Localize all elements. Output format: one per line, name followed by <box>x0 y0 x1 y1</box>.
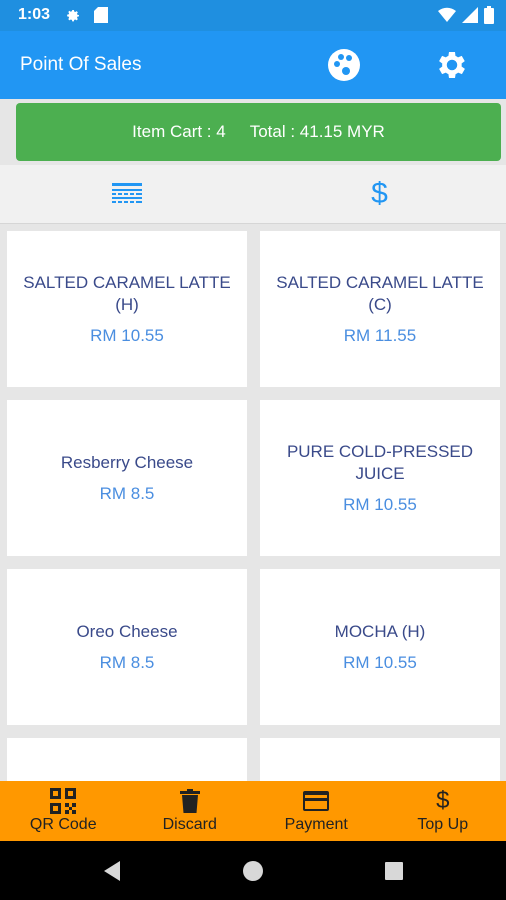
discard-label: Discard <box>162 816 217 833</box>
sd-card-icon <box>94 7 108 23</box>
product-price: RM 10.55 <box>343 495 417 514</box>
item-cart-count: Item Cart : 4 <box>132 122 226 141</box>
bottom-action-bar: QR Code Discard Payment $ Top Up <box>0 781 506 841</box>
tab-dollar[interactable]: $ <box>253 165 506 223</box>
qr-code-button[interactable]: QR Code <box>0 781 127 841</box>
product-card[interactable]: MOCHA (H) RM 10.55 <box>260 569 500 725</box>
product-name: SALTED CARAMEL LATTE (H) <box>23 273 231 314</box>
product-price: RM 11.55 <box>343 326 417 345</box>
product-price: RM 10.55 <box>343 653 417 672</box>
product-card[interactable]: Oreo Cheese RM 8.5 <box>7 569 247 725</box>
product-card[interactable]: SALTED CARAMEL LATTE (H) RM 10.55 <box>7 231 247 387</box>
wifi-icon <box>438 7 456 23</box>
product-price: RM 8.5 <box>99 653 155 672</box>
cart-summary-button[interactable]: Item Cart : 4 Total : 41.15 MYR <box>16 103 501 161</box>
top-up-button[interactable]: $ Top Up <box>380 781 506 841</box>
palette-icon <box>328 49 360 81</box>
tab-list-view[interactable] <box>0 165 253 223</box>
signal-icon <box>462 7 478 23</box>
settings-button[interactable] <box>434 47 470 83</box>
product-card[interactable] <box>260 738 500 781</box>
dollar-icon: $ <box>371 177 388 210</box>
back-icon[interactable] <box>100 859 124 883</box>
discard-button[interactable]: Discard <box>127 781 254 841</box>
qr-code-label: QR Code <box>29 816 97 833</box>
view-tabs: $ <box>0 165 506 224</box>
qr-code-icon <box>50 788 77 814</box>
product-price: RM 10.55 <box>90 326 164 345</box>
recents-icon[interactable] <box>382 859 406 883</box>
dollar-icon: $ <box>436 787 450 814</box>
product-card[interactable]: PURE COLD-PRESSED JUICE RM 10.55 <box>260 400 500 556</box>
top-up-label: Top Up <box>417 816 469 833</box>
product-price: RM 8.5 <box>99 484 155 503</box>
payment-button[interactable]: Payment <box>253 781 380 841</box>
product-card[interactable]: Resberry Cheese RM 8.5 <box>7 400 247 556</box>
status-time: 1:03 <box>18 6 51 23</box>
system-nav-bar <box>0 841 506 900</box>
product-grid: SALTED CARAMEL LATTE (H) RM 10.55 SALTED… <box>0 224 506 781</box>
battery-icon <box>484 6 494 24</box>
product-name: Resberry Cheese <box>60 453 194 472</box>
page-title: Point Of Sales <box>20 54 142 75</box>
cart-total: Total : 41.15 MYR <box>249 122 385 141</box>
list-view-icon <box>111 183 142 203</box>
product-card[interactable] <box>7 738 247 781</box>
home-icon[interactable] <box>241 859 265 883</box>
credit-card-icon <box>303 788 330 814</box>
palette-button[interactable] <box>326 47 362 83</box>
trash-icon <box>177 788 203 814</box>
status-right-icons <box>438 6 494 24</box>
payment-label: Payment <box>284 816 348 833</box>
status-bar: 1:03 <box>0 0 506 31</box>
settings-status-icon <box>67 10 79 22</box>
settings-icon <box>439 51 465 79</box>
product-name: PURE COLD-PRESSED JUICE <box>286 442 474 483</box>
app-bar: Point Of Sales <box>0 31 506 99</box>
product-name: MOCHA (H) <box>334 622 426 641</box>
product-card[interactable]: SALTED CARAMEL LATTE (C) RM 11.55 <box>260 231 500 387</box>
product-name: Oreo Cheese <box>76 622 178 641</box>
product-name: SALTED CARAMEL LATTE (C) <box>276 273 484 314</box>
